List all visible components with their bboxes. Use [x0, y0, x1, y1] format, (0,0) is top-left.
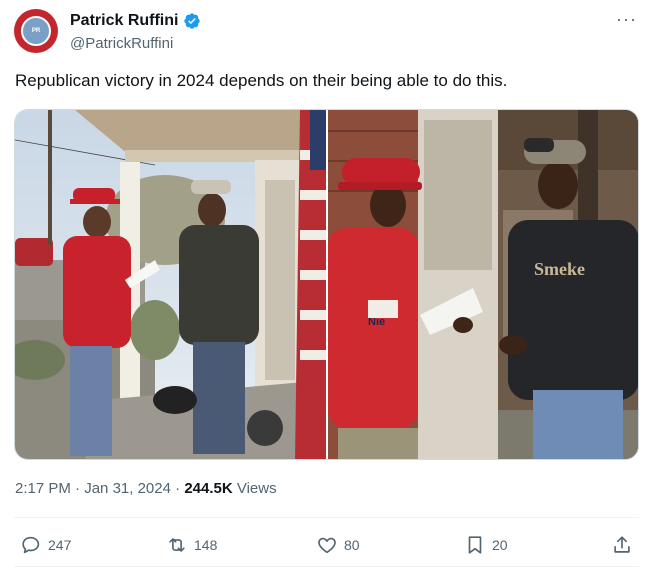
tweet-media[interactable]: Nie Smeke — [14, 109, 639, 460]
divider-bottom — [14, 566, 639, 567]
photo-porch-scene — [15, 110, 326, 459]
bookmark-icon — [468, 536, 482, 554]
repost-icon — [169, 538, 185, 552]
like-button[interactable]: 80 — [316, 534, 360, 556]
avatar-image: PR — [21, 16, 51, 46]
bookmark-count: 20 — [492, 537, 508, 553]
media-photo-left[interactable] — [15, 110, 326, 459]
author-name-row: Patrick Ruffini — [70, 12, 201, 30]
views-label: Views — [236, 480, 277, 497]
tweet-meta: 2:17 PM · Jan 31, 2024 · 244.5K Views — [15, 480, 277, 497]
reply-icon — [22, 536, 40, 554]
repost-count: 148 — [194, 537, 218, 553]
tweet-time[interactable]: 2:17 PM — [15, 480, 71, 497]
more-options-icon[interactable]: ··· — [616, 10, 637, 28]
repost-button[interactable]: 148 — [166, 534, 217, 556]
author-display-name[interactable]: Patrick Ruffini — [70, 12, 178, 30]
reply-button[interactable]: 247 — [20, 534, 71, 556]
photo-doorstep-scene: Nie Smeke — [328, 110, 638, 459]
tweet: PR Patrick Ruffini @PatrickRuffini ··· R… — [0, 0, 646, 572]
media-photo-right[interactable]: Nie Smeke — [328, 110, 638, 459]
views-count: 244.5K — [184, 480, 233, 497]
reply-count: 247 — [48, 537, 72, 553]
meta-separator: · — [75, 480, 81, 497]
like-count: 80 — [344, 537, 360, 553]
right-shirt-text: Smeke — [534, 259, 585, 279]
heart-icon — [318, 537, 336, 554]
share-button[interactable] — [611, 534, 633, 556]
tweet-text: Republican victory in 2024 depends on th… — [15, 71, 508, 90]
verified-badge-icon — [184, 13, 201, 29]
tweet-date[interactable]: Jan 31, 2024 — [84, 480, 171, 497]
avatar[interactable]: PR — [14, 9, 58, 53]
bookmark-button[interactable]: 20 — [464, 534, 508, 556]
share-icon — [614, 536, 630, 553]
action-bar: 247 148 80 20 — [14, 530, 639, 560]
divider-top — [14, 517, 639, 518]
meta-separator-2: · — [175, 480, 181, 497]
author-handle[interactable]: @PatrickRuffini — [70, 35, 173, 52]
